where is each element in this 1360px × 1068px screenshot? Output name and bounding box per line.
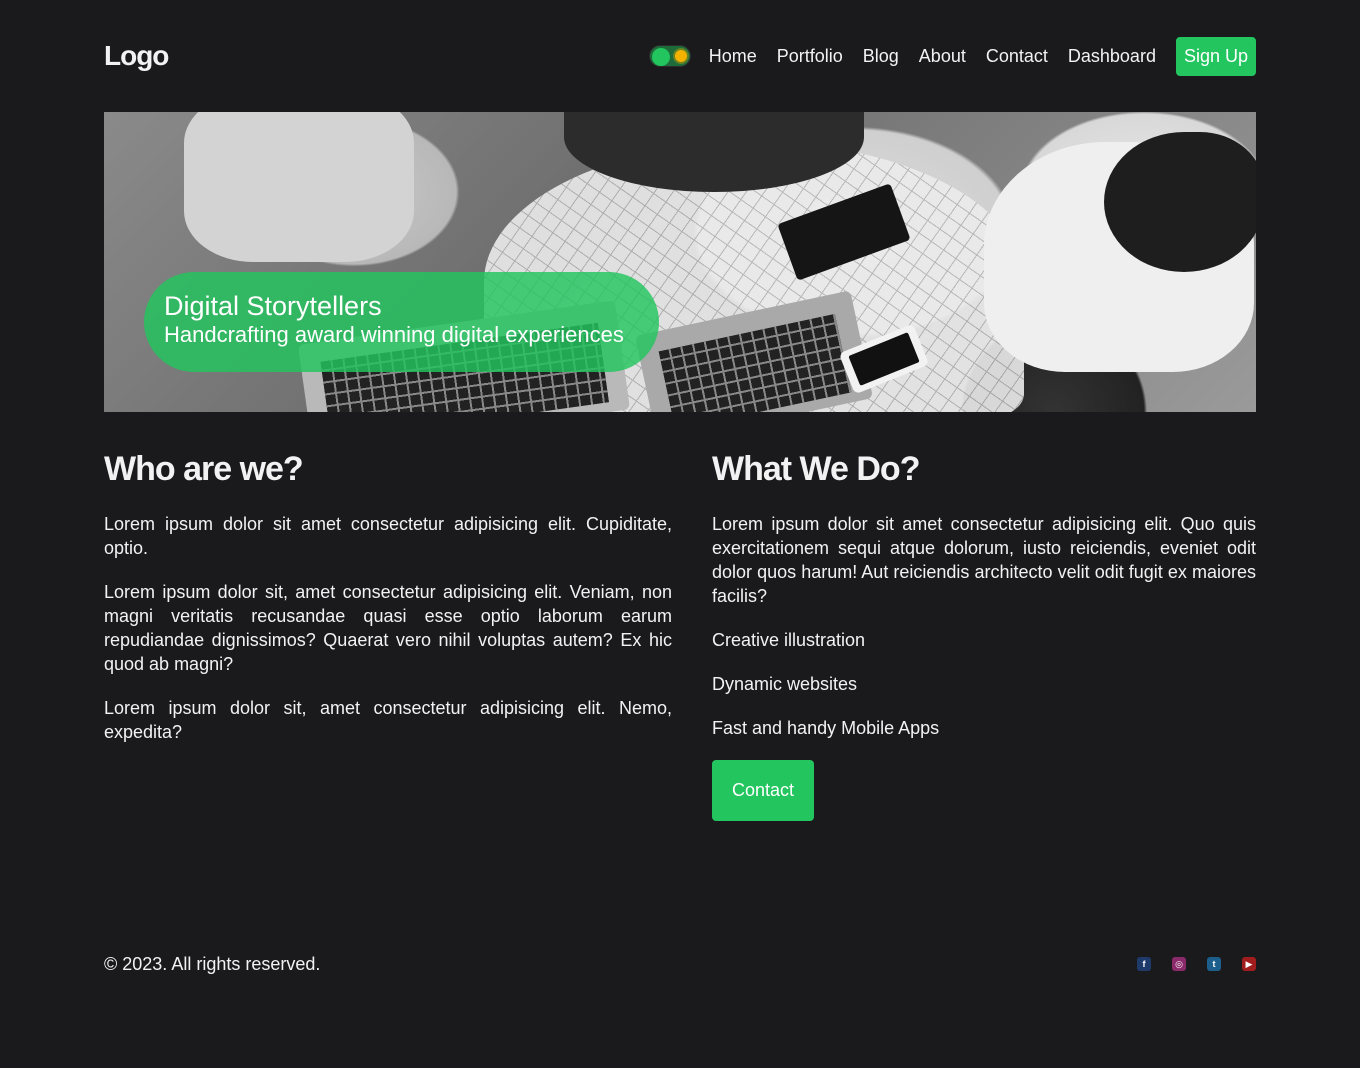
service-item: Creative illustration: [712, 630, 866, 650]
nav-about[interactable]: About: [919, 46, 966, 67]
hero-person-hair: [1104, 132, 1256, 272]
what-intro: Lorem ipsum dolor sit amet consectetur a…: [712, 514, 1256, 606]
service-item: Fast and handy Mobile Apps: [712, 718, 940, 738]
toggle-knob: [651, 48, 670, 66]
social-links: f ◎ t ▶: [1116, 957, 1256, 971]
service-item: Dynamic websites: [712, 674, 858, 694]
who-paragraph: Lorem ipsum dolor sit, amet consectetur …: [104, 698, 672, 742]
nav-dashboard[interactable]: Dashboard: [1068, 46, 1156, 67]
hero-title: Digital Storytellers: [164, 291, 382, 321]
hero-subtitle: Handcrafting award winning digital exper…: [164, 322, 624, 347]
signup-button[interactable]: Sign Up: [1175, 36, 1256, 76]
sun-icon: [674, 50, 687, 62]
who-paragraph: Lorem ipsum dolor sit, amet consectetur …: [104, 582, 672, 674]
site-header: Logo Home Portfolio Blog About Contact D…: [104, 34, 1256, 78]
copyright: © 2023. All rights reserved.: [104, 953, 321, 974]
site-footer: © 2023. All rights reserved. f ◎ t ▶: [104, 950, 1256, 978]
hero-banner: Digital Storytellers Handcrafting award …: [144, 272, 659, 372]
what-section: What We Do? Lorem ipsum dolor sit amet c…: [712, 448, 1256, 821]
twitter-icon[interactable]: t: [1207, 957, 1221, 971]
what-heading: What We Do?: [712, 450, 920, 488]
nav-portfolio[interactable]: Portfolio: [777, 46, 843, 67]
main-nav: Home Portfolio Blog About Contact Dashbo…: [648, 36, 1256, 76]
who-section: Who are we? Lorem ipsum dolor sit amet c…: [104, 448, 672, 764]
hero-person-left: [184, 112, 414, 262]
facebook-icon[interactable]: f: [1137, 957, 1151, 971]
youtube-icon[interactable]: ▶: [1242, 957, 1256, 971]
nav-home[interactable]: Home: [709, 46, 757, 67]
contact-button[interactable]: Contact: [712, 760, 815, 821]
theme-toggle[interactable]: [648, 45, 691, 67]
nav-contact[interactable]: Contact: [986, 46, 1048, 67]
hero: Digital Storytellers Handcrafting award …: [104, 112, 1256, 412]
who-heading: Who are we?: [104, 450, 304, 488]
instagram-icon[interactable]: ◎: [1172, 957, 1186, 971]
logo[interactable]: Logo: [104, 40, 169, 72]
who-paragraph: Lorem ipsum dolor sit amet consectetur a…: [104, 514, 672, 558]
nav-blog[interactable]: Blog: [863, 46, 899, 67]
